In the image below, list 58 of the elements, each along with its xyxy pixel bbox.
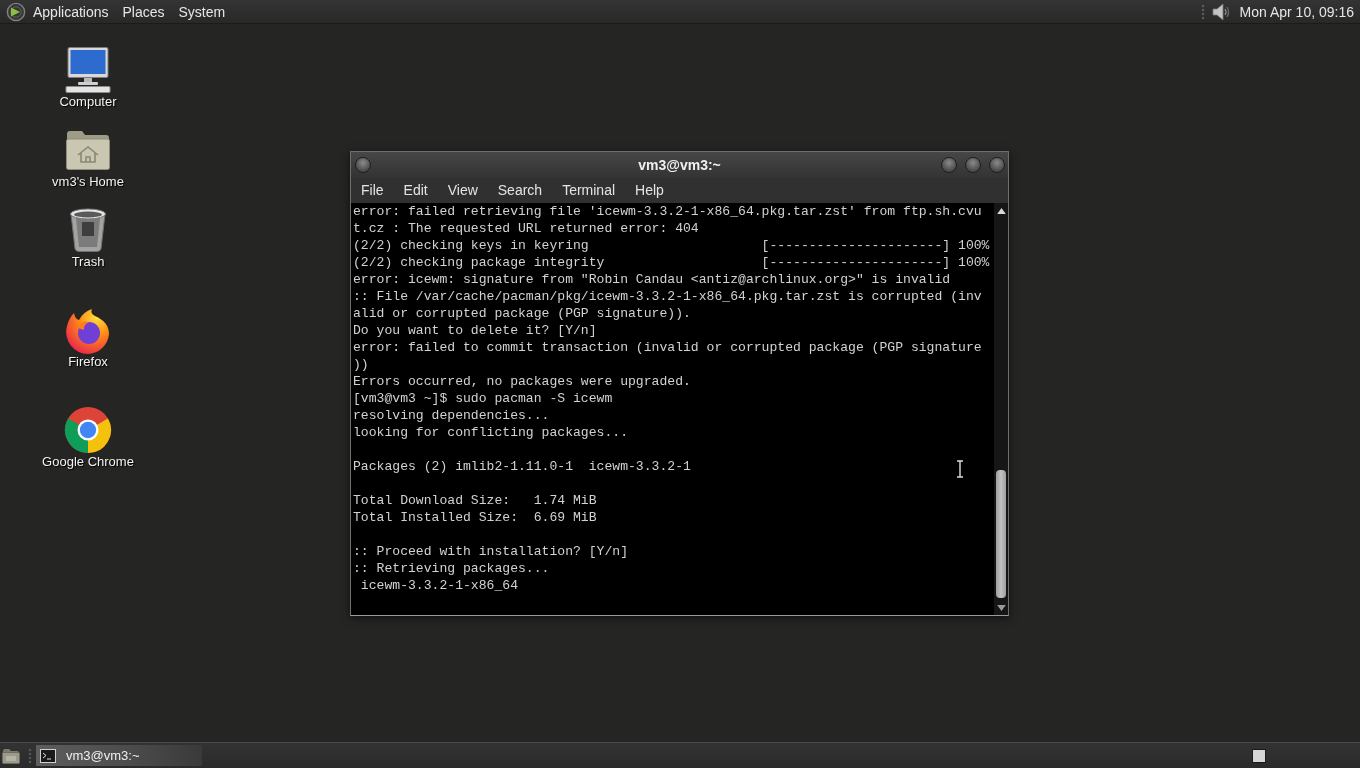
terminal-line: error: failed to commit transaction (invalid or corrupted package (PGP signature	[353, 339, 982, 356]
clock[interactable]: Mon Apr 10, 09:16	[1239, 3, 1354, 20]
terminal-line: Packages (2) imlib2-1.11.0-1 icewm-3.3.2-1	[353, 458, 691, 475]
handle-dots-icon[interactable]	[28, 747, 32, 764]
text-cursor-icon	[956, 460, 964, 478]
scroll-down-arrow-icon[interactable]	[996, 605, 1006, 611]
terminal-line: icewm-3.3.2-1-x86_64	[359, 577, 518, 594]
taskbar-button[interactable]: vm3@vm3:~	[36, 745, 202, 766]
show-desktop-icon[interactable]	[2, 747, 20, 764]
maximize-button[interactable]	[965, 157, 981, 173]
terminal-line: Errors occurred, no packages were upgraded.	[353, 373, 691, 390]
menu-item[interactable]: Help	[625, 179, 674, 202]
terminal-line: resolving dependencies...	[353, 407, 550, 424]
terminal-line: (2/2) checking keys in keyring [----------------------] 100%	[353, 237, 990, 254]
terminal-line: :: Proceed with installation? [Y/n]	[353, 543, 628, 560]
computer-icon[interactable]	[65, 47, 111, 93]
scroll-thumb[interactable]	[996, 470, 1006, 598]
workspace-switcher[interactable]	[1252, 748, 1266, 763]
icon-label: Computer	[59, 94, 117, 110]
menu-item[interactable]: Edit	[393, 179, 438, 202]
terminal-line: t.cz : The requested URL returned error: 404	[353, 220, 699, 237]
terminal-line: Total Download Size: 1.74 MiB	[353, 492, 597, 509]
arrow-logo-icon[interactable]	[6, 1, 26, 22]
terminal-line: :: Retrieving packages...	[353, 560, 550, 577]
terminal-line: alid or corrupted package (PGP signature)).	[353, 305, 691, 322]
firefox-icon[interactable]	[65, 306, 111, 354]
menu-item[interactable]: File	[351, 179, 394, 202]
terminal-line: error: failed retrieving file 'icewm-3.3.2-1-x86_64.pkg.tar.zst' from ftp.sh.cvu	[353, 203, 982, 220]
scrollbar[interactable]	[994, 203, 1008, 615]
icon-label: Trash	[71, 254, 105, 270]
close-button[interactable]	[989, 157, 1005, 173]
home-folder-icon[interactable]	[66, 130, 110, 170]
icon-label: Google Chrome	[42, 454, 134, 470]
minimize-button[interactable]	[941, 157, 957, 173]
menu-item[interactable]: View	[437, 179, 488, 202]
terminal-icon	[40, 748, 56, 763]
menu-item[interactable]: Search	[487, 179, 553, 202]
menu-item[interactable]: Terminal	[552, 179, 626, 202]
terminal-line: Total Installed Size: 6.69 MiB	[353, 509, 597, 526]
terminal-line: looking for conflicting packages...	[353, 424, 628, 441]
scroll-up-arrow-icon[interactable]	[996, 208, 1006, 214]
trash-can-icon[interactable]	[69, 208, 107, 252]
terminal-line: :: File /var/cache/pacman/pkg/icewm-3.3.2-1-x86_64.pkg.tar.zst is corrupted (inv	[353, 288, 982, 305]
panel-menu[interactable]: Applications	[26, 0, 116, 23]
terminal-line: ))	[353, 356, 369, 373]
window-title: vm3@vm3:~	[638, 157, 721, 173]
panel-menu[interactable]: System	[171, 0, 233, 23]
terminal-line: [vm3@vm3 ~]$ sudo pacman -S icewm	[353, 390, 613, 407]
terminal-line: error: icewm: signature from "Robin Candau <antiz@archlinux.org>" is invalid	[353, 271, 951, 288]
terminal-line: Do you want to delete it? [Y/n]	[353, 322, 597, 339]
handle-dots-icon[interactable]	[1200, 3, 1205, 20]
icon-label: Firefox	[68, 354, 108, 370]
terminal-line: (2/2) checking package integrity [----------------------] 100%	[353, 254, 990, 271]
window-menu-button[interactable]	[355, 157, 371, 173]
speaker-icon[interactable]	[1210, 1, 1231, 22]
panel-menu[interactable]: Places	[115, 0, 172, 23]
icon-label: vm3's Home	[52, 174, 124, 190]
chrome-icon[interactable]	[64, 406, 112, 454]
